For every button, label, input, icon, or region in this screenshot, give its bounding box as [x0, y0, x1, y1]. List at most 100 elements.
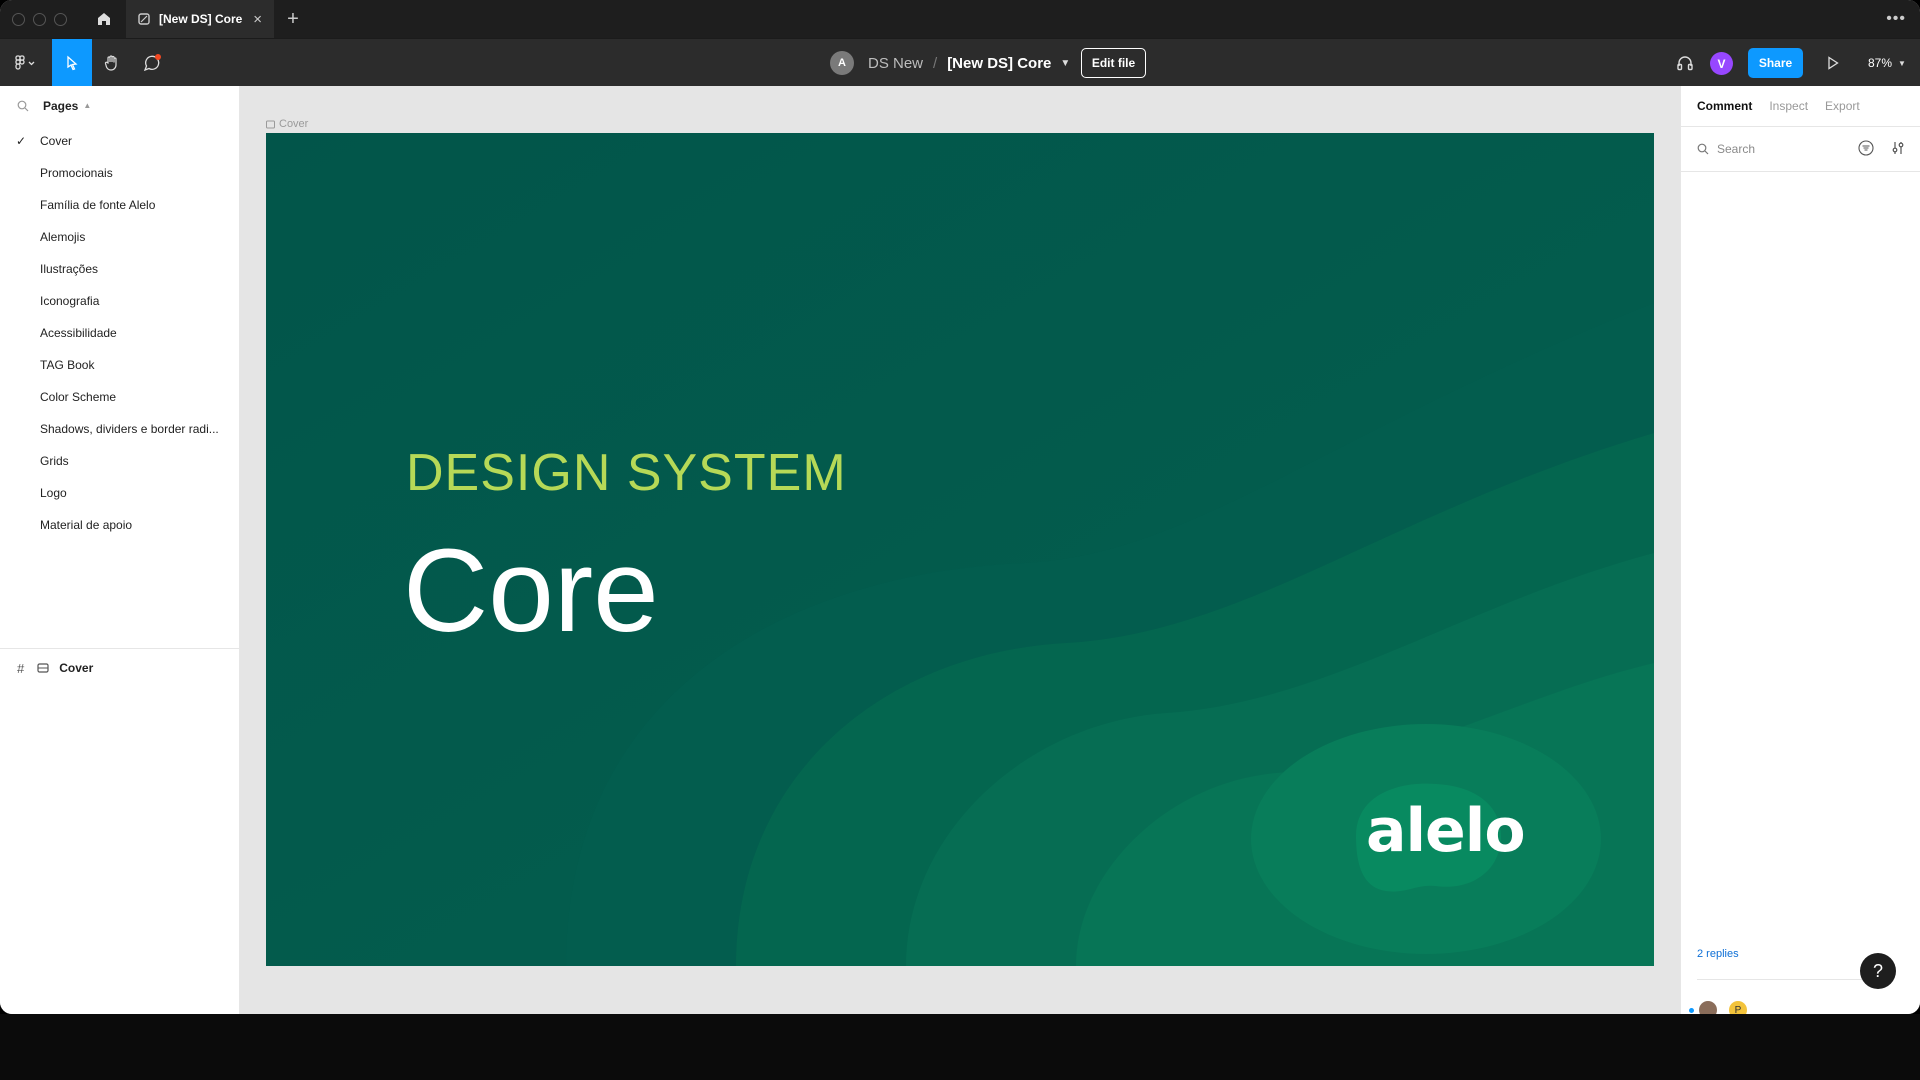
frame-layer-icon: [37, 663, 49, 673]
audio-button[interactable]: [1670, 39, 1700, 87]
home-button[interactable]: [82, 0, 126, 38]
comment-search[interactable]: Search: [1681, 127, 1920, 171]
right-panel: Comment Inspect Export Search 2 replies P: [1680, 86, 1920, 1014]
desktop-background: [0, 1014, 1920, 1080]
divider: [0, 648, 240, 649]
page-item-label: TAG Book: [40, 358, 95, 372]
page-item[interactable]: Alemojis: [0, 221, 239, 253]
move-tool-button[interactable]: [52, 39, 92, 87]
minimize-window-button[interactable]: [33, 12, 46, 26]
alelo-logo: alelo: [1366, 796, 1526, 866]
tab-bar: [New DS] Core × + •••: [0, 0, 1920, 38]
frame-label-text: Cover: [279, 118, 309, 130]
sort-icon[interactable]: [1890, 140, 1906, 156]
divider: [1697, 979, 1887, 980]
frame-icon: #: [17, 660, 25, 676]
page-item[interactable]: Material de apoio: [0, 509, 239, 541]
page-item-label: Alemojis: [40, 230, 86, 244]
page-item-label: Shadows, dividers e border radi...: [40, 422, 219, 436]
hand-tool-button[interactable]: [92, 39, 132, 87]
page-item-label: Ilustrações: [40, 262, 99, 276]
toolbar: A DS New / [New DS] Core ▼ Edit file V S…: [0, 38, 1920, 87]
search-icon: [1697, 143, 1709, 155]
commenter-avatar: [1699, 1001, 1717, 1014]
main-menu-button[interactable]: [8, 39, 42, 87]
frame-label[interactable]: Cover: [266, 118, 308, 130]
search-icon[interactable]: [17, 100, 29, 112]
headphones-icon: [1677, 56, 1693, 71]
page-item-label: Material de apoio: [40, 518, 133, 532]
page-item[interactable]: Color Scheme: [0, 381, 239, 413]
layer-row[interactable]: # Cover: [0, 652, 240, 684]
panel-tabs: Comment Inspect Export: [1681, 86, 1920, 126]
page-item[interactable]: Shadows, dividers e border radi...: [0, 413, 239, 445]
page-item[interactable]: Ilustrações: [0, 253, 239, 285]
frame-icon: [266, 120, 275, 128]
maximize-window-button[interactable]: [54, 12, 67, 26]
new-tab-button[interactable]: +: [274, 0, 312, 38]
page-item[interactable]: Grids: [0, 445, 239, 477]
zoom-control[interactable]: 87% ▼: [1868, 39, 1906, 87]
user-avatar[interactable]: V: [1710, 52, 1733, 75]
page-item[interactable]: ✓ Cover: [0, 125, 239, 157]
breadcrumb-separator: /: [933, 54, 938, 72]
replies-link[interactable]: 2 replies: [1697, 948, 1739, 960]
unread-dot: [1689, 1008, 1694, 1013]
chevron-down-icon: ▼: [1898, 58, 1906, 68]
chevron-down-icon[interactable]: ▼: [1060, 58, 1070, 69]
tab-inspect[interactable]: Inspect: [1769, 99, 1808, 113]
tab-close-icon[interactable]: ×: [253, 11, 262, 28]
team-avatar[interactable]: A: [830, 51, 854, 75]
more-options-icon[interactable]: •••: [1886, 10, 1906, 28]
play-icon: [1828, 56, 1839, 70]
page-item-label: Logo: [40, 486, 67, 500]
figma-logo-icon: [15, 55, 35, 70]
close-window-button[interactable]: [12, 12, 25, 26]
help-button[interactable]: ?: [1860, 953, 1896, 989]
hand-icon: [104, 55, 117, 71]
page-item-label: Color Scheme: [40, 390, 117, 404]
breadcrumb: A DS New / [New DS] Core ▼: [830, 39, 1070, 87]
tab-comment[interactable]: Comment: [1697, 99, 1752, 113]
check-icon: ✓: [16, 134, 27, 148]
pages-list: ✓ Cover Promocionais Família de fonte Alelo…: [0, 125, 239, 541]
page-item-label: Promocionais: [40, 166, 113, 180]
page-item-label: Iconografia: [40, 294, 100, 308]
comment-icon: [143, 54, 161, 72]
file-name[interactable]: [New DS] Core: [947, 55, 1051, 72]
tab-export[interactable]: Export: [1825, 99, 1860, 113]
pages-title: Pages: [43, 98, 79, 113]
search-placeholder: Search: [1717, 142, 1756, 156]
cover-subtitle: DESIGN SYSTEM: [406, 444, 847, 502]
page-item-label: Acessibilidade: [40, 326, 117, 340]
left-sidebar: Pages ▲ ✓ Cover Promocionais Família de fon…: [0, 86, 240, 1014]
canvas[interactable]: Cover DESIGN SYSTEM Core alelo: [240, 86, 1680, 1014]
page-item[interactable]: TAG Book: [0, 349, 239, 381]
pages-header[interactable]: Pages ▲: [0, 86, 239, 125]
divider: [1681, 171, 1920, 172]
tab-file[interactable]: [New DS] Core ×: [126, 0, 274, 38]
page-item[interactable]: Promocionais: [0, 157, 239, 189]
page-item[interactable]: Família de fonte Alelo: [0, 189, 239, 221]
window-controls: [12, 12, 82, 26]
comment-tool-button[interactable]: [132, 39, 172, 87]
page-item-label: Grids: [40, 454, 69, 468]
share-button[interactable]: Share: [1748, 48, 1803, 78]
present-button[interactable]: [1820, 39, 1846, 87]
cover-frame[interactable]: DESIGN SYSTEM Core alelo: [266, 133, 1654, 966]
figma-window: [New DS] Core × + ••• A DS New / [New DS…: [0, 0, 1920, 1014]
page-item[interactable]: Iconografia: [0, 285, 239, 317]
cover-title: Core: [403, 525, 659, 657]
page-item-label: Cover: [40, 134, 73, 148]
chevron-up-icon[interactable]: ▲: [83, 101, 91, 110]
page-item[interactable]: Logo: [0, 477, 239, 509]
edit-file-button[interactable]: Edit file: [1081, 48, 1146, 78]
commenter-avatar-2: P: [1729, 1001, 1747, 1014]
file-icon: [138, 13, 150, 25]
tab-title: [New DS] Core: [159, 12, 243, 26]
page-item[interactable]: Acessibilidade: [0, 317, 239, 349]
layer-name: Cover: [59, 661, 94, 675]
filter-icon[interactable]: [1858, 140, 1874, 156]
project-name[interactable]: DS New: [868, 55, 923, 72]
home-icon: [98, 13, 110, 25]
